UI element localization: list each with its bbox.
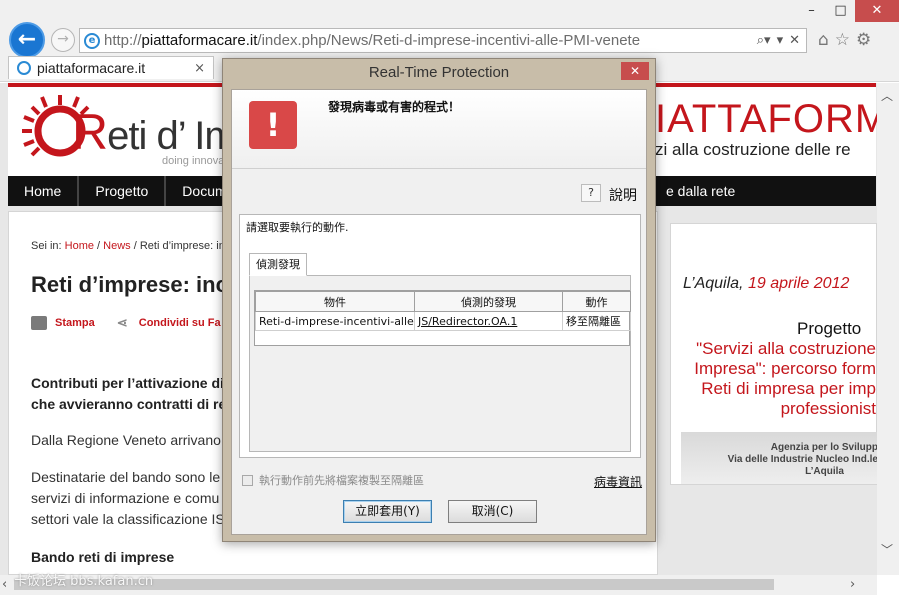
back-icon[interactable]: ← — [9, 22, 45, 58]
tab-close-icon[interactable]: × — [194, 61, 205, 76]
close-window-button[interactable]: ✕ — [855, 0, 899, 22]
site-favicon-icon — [17, 61, 31, 75]
breadcrumb-news[interactable]: News — [103, 240, 131, 252]
tab-detections[interactable]: 偵測發現 — [249, 253, 307, 276]
banner-footer-line: Via delle Industrie Nucleo Ind.le — [727, 454, 877, 465]
breadcrumb-sep: / — [130, 240, 140, 252]
brand-title: IATTAFORMA — [655, 97, 877, 141]
window-controls: – □ ✕ — [797, 0, 899, 26]
brand-subtitle: zi alla costruzione delle re — [655, 140, 851, 159]
tab-label: piattaformacare.it — [37, 60, 146, 76]
dialog-title: Real-Time Protection — [368, 64, 510, 81]
article-paragraph: servizi di informazione e comu — [31, 490, 220, 506]
breadcrumb-prefix: Sei in: — [31, 240, 65, 252]
watermark: 卡饭论坛 bbs.kafan.cn — [14, 574, 154, 589]
share-link[interactable]: ⋖ Condividi su Fa — [117, 316, 221, 330]
alert-icon: ! — [249, 101, 297, 149]
print-label: Stampa — [55, 317, 95, 329]
action-instruction: 請選取要執行的動作. — [246, 221, 349, 234]
cancel-button[interactable]: 取消(C) — [448, 500, 537, 523]
browser-tab[interactable]: piattaformacare.it × — [8, 56, 214, 79]
breadcrumb-current: Reti d’imprese: in — [139, 240, 225, 252]
browser-tools: ⌂ ☆ ⚙ — [818, 30, 871, 50]
nav-progetto[interactable]: Progetto — [79, 176, 167, 206]
url-prefix: http:// — [104, 32, 142, 49]
url-host: piattaformacare.it — [141, 32, 258, 49]
home-icon[interactable]: ⌂ — [818, 30, 829, 50]
lock-dropdown-icon[interactable]: ▾ — [777, 33, 784, 48]
apply-now-button[interactable]: 立即套用(Y) — [343, 500, 432, 523]
detections-table: 物件 偵測的發現 動作 Reti-d-imprese-incentivi-all… — [254, 290, 631, 346]
scroll-left-icon[interactable]: ‹ — [2, 577, 7, 592]
banner-place: L’Aquila, — [683, 275, 744, 292]
print-link[interactable]: Stampa — [31, 316, 95, 330]
detections-tab-panel: 物件 偵測的發現 動作 Reti-d-imprese-incentivi-all… — [249, 275, 631, 452]
nav-dalla-rete[interactable]: e dalla rete — [650, 176, 751, 206]
real-time-protection-dialog: Real-Time Protection ✕ ! 發現病毒或有害的程式！ ? 說… — [222, 58, 656, 542]
favorites-icon[interactable]: ☆ — [835, 30, 850, 50]
banner-footer: Agenzia per lo Svilupp Via delle Industr… — [681, 432, 877, 484]
column-header-object[interactable]: 物件 — [255, 291, 415, 312]
banner-date-value: 19 aprile 2012 — [747, 275, 850, 292]
article-paragraph: Dalla Regione Veneto arrivano — [31, 432, 221, 448]
breadcrumb-sep: / — [93, 240, 104, 252]
column-header-detection[interactable]: 偵測的發現 — [414, 291, 563, 312]
address-bar[interactable]: e http://piattaformacare.it/index.php/Ne… — [79, 28, 807, 53]
dialog-close-icon[interactable]: ✕ — [621, 62, 649, 80]
scroll-right-icon[interactable]: › — [850, 577, 855, 592]
settings-icon[interactable]: ⚙ — [856, 30, 871, 50]
printer-icon — [31, 316, 47, 330]
share-label: Condividi su Fa — [138, 317, 221, 329]
banner-footer-line: L’Aquila — [805, 466, 844, 477]
alert-header: ! 發現病毒或有害的程式！ — [232, 90, 646, 169]
table-row[interactable]: Reti-d-imprese-incentivi-alle-... JS/Red… — [255, 311, 631, 331]
scroll-up-icon[interactable]: ︿ — [881, 87, 893, 104]
checkbox-label: 執行動作前先將檔案複製至隔離區 — [259, 474, 424, 487]
sidebar-banner[interactable]: L’Aquila, 19 aprile 2012 Progetto "Servi… — [670, 223, 877, 485]
maximize-button[interactable]: □ — [826, 0, 855, 22]
help-icon[interactable]: ? — [581, 184, 601, 202]
column-header-action[interactable]: 動作 — [562, 291, 631, 312]
banner-line: "Servizi alla costruzione — [696, 339, 876, 358]
logo-initial: R — [72, 104, 108, 160]
alert-message: 發現病毒或有害的程式！ — [328, 100, 461, 114]
stop-icon[interactable]: ✕ — [789, 33, 800, 48]
article-paragraph: Destinatarie del bando sono le — [31, 469, 221, 485]
article-actions: Stampa ⋖ Condividi su Fa — [31, 316, 221, 330]
scroll-down-icon[interactable]: ﹀ — [881, 541, 893, 558]
breadcrumb-home[interactable]: Home — [65, 240, 94, 252]
help-link[interactable]: 說明 — [609, 185, 637, 205]
cell-detection-link[interactable]: JS/Redirector.OA.1 — [414, 311, 563, 331]
breadcrumb: Sei in: Home / News / Reti d’imprese: in — [31, 240, 225, 252]
forward-icon[interactable]: → — [51, 28, 75, 52]
address-url[interactable]: http://piattaformacare.it/index.php/News… — [104, 32, 757, 49]
banner-footer-line: Agenzia per lo Svilupp — [770, 442, 877, 453]
vertical-scrollbar[interactable]: ︿ ﹀ — [877, 83, 899, 575]
search-icon[interactable]: ⌕▾ — [757, 33, 771, 48]
logo-tagline: doing innova — [162, 155, 225, 167]
article-title: Reti d’imprese: inc — [31, 272, 228, 297]
cell-object: Reti-d-imprese-incentivi-alle-... — [255, 311, 415, 331]
banner-line: Impresa": percorso form — [694, 359, 876, 378]
article-subheading: Bando reti di imprese — [31, 549, 175, 565]
share-icon: ⋖ — [116, 315, 128, 330]
article-lead-2: che avvieranno contratti di re — [31, 396, 227, 412]
ie-icon: e — [84, 32, 100, 49]
nav-home[interactable]: Home — [8, 176, 80, 206]
action-panel: 請選取要執行的動作. 偵測發現 物件 偵測的發現 動作 Reti-d-impre… — [239, 214, 641, 458]
cell-action-select[interactable]: 移至隔離區 — [562, 311, 631, 331]
banner-project-label: Progetto — [797, 319, 862, 338]
copy-to-quarantine-checkbox[interactable] — [242, 474, 253, 486]
banner-date: L’Aquila, 19 aprile 2012 — [683, 275, 849, 293]
dialog-body: ! 發現病毒或有害的程式！ ? 說明 請選取要執行的動作. 偵測發現 物件 偵測… — [231, 89, 647, 535]
virus-info-link[interactable]: 病毒資訊 — [594, 473, 642, 490]
address-tools: ⌕▾ ▾ ✕ — [757, 33, 800, 48]
copy-to-quarantine-option: 執行動作前先將檔案複製至隔離區 — [242, 472, 424, 488]
article-paragraph: settori vale la classificazione IS — [31, 511, 225, 527]
banner-line: professionist — [780, 399, 876, 418]
banner-line: Reti di impresa per imp — [701, 379, 876, 398]
minimize-button[interactable]: – — [797, 0, 826, 22]
article-lead-1: Contributi per l’attivazione di — [31, 375, 224, 391]
url-path: /index.php/News/Reti-d-imprese-incentivi… — [257, 32, 641, 49]
